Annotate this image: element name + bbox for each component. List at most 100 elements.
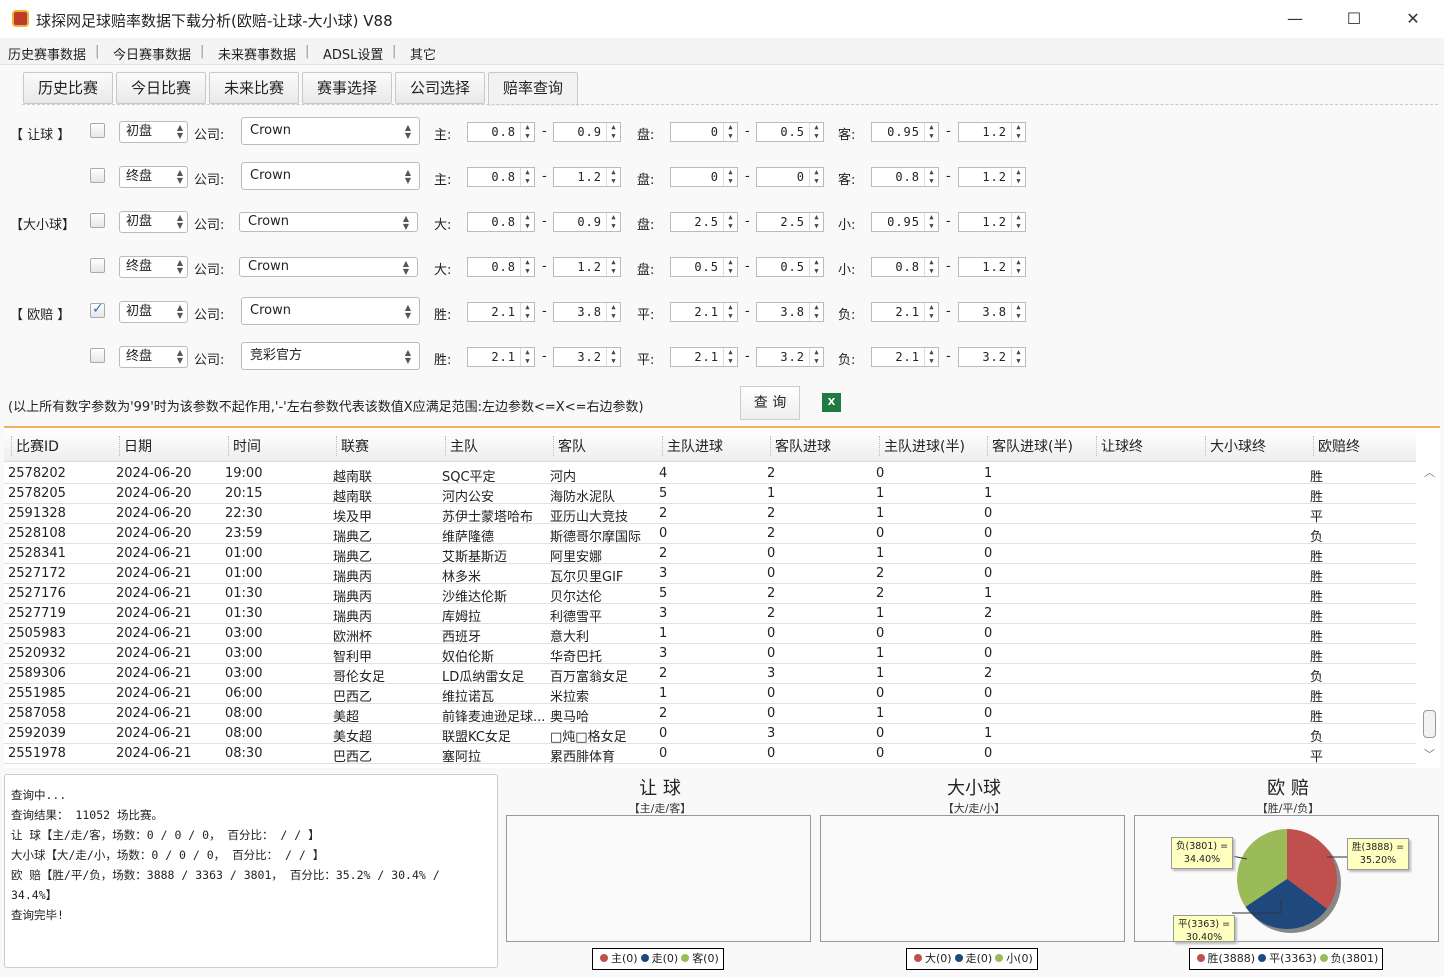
enable-checkbox[interactable] [90,258,105,273]
spinner-icon[interactable]: ▲ ▼ [606,348,620,366]
column-header[interactable]: 日期 [119,436,152,456]
company-select[interactable]: Crown ▲ ▼ [241,297,420,325]
stage-select[interactable]: 终盘 ▲ ▼ [119,256,188,278]
odds-range-input[interactable]: 0.8 ▲ ▼ [467,257,535,277]
company-select[interactable]: Crown ▲ ▼ [239,212,418,232]
tab-company-select[interactable]: 公司选择 [395,72,485,104]
odds-range-input[interactable]: 2.1 ▲ ▼ [871,347,939,367]
column-header[interactable]: 主队进球(半) [879,436,965,456]
spinner-icon[interactable]: ▲ ▼ [606,258,620,276]
column-header[interactable]: 主队进球 [662,436,723,456]
spinner-icon[interactable]: ▲ ▼ [723,213,737,231]
odds-range-input[interactable]: 2.1 ▲ ▼ [670,347,738,367]
stage-select[interactable]: 初盘 ▲ ▼ [119,211,188,233]
table-row[interactable]: 2578205 2024-06-20 20:15 越南联 河内公安 海防水泥队 5 1 1 1 胜 [4,484,1416,505]
spinner-icon[interactable]: ▲ ▼ [809,303,823,321]
spinner-icon[interactable]: ▲ ▼ [924,168,938,186]
odds-range-input[interactable]: 3.2 ▲ ▼ [958,347,1026,367]
odds-range-input[interactable]: 3.2 ▲ ▼ [756,347,824,367]
spinner-icon[interactable]: ▲ ▼ [1011,123,1025,141]
column-header[interactable]: 大小球终 [1205,436,1266,456]
stage-select[interactable]: 初盘 ▲ ▼ [119,121,188,143]
odds-range-input[interactable]: 0.9 ▲ ▼ [553,122,621,142]
table-row[interactable]: 2589306 2024-06-21 03:00 哥伦女足 LD瓜纳雷女足 百万富翁女足 2… [4,664,1416,685]
excel-export-icon[interactable]: X [822,393,841,412]
table-row[interactable]: 2520932 2024-06-21 03:00 智利甲 奴伯伦斯 华奇巴托 3 0 1 0 胜 [4,644,1416,665]
odds-range-input[interactable]: 0 ▲ ▼ [756,167,824,187]
column-header[interactable]: 客队 [553,436,586,456]
column-header[interactable]: 客队进球(半) [987,436,1073,456]
odds-range-input[interactable]: 3.2 ▲ ▼ [553,347,621,367]
stage-select[interactable]: 初盘 ▲ ▼ [119,301,188,323]
spinner-icon[interactable]: ▲ ▼ [520,123,534,141]
column-header[interactable]: 时间 [228,436,261,456]
odds-range-input[interactable]: 0.9 ▲ ▼ [553,212,621,232]
menu-adsl-settings[interactable]: ADSL设置 [323,44,383,63]
column-header[interactable]: 联赛 [336,436,369,456]
company-select[interactable]: Crown ▲ ▼ [241,162,420,190]
spinner-icon[interactable]: ▲ ▼ [1011,168,1025,186]
stage-select[interactable]: 终盘 ▲ ▼ [119,166,188,188]
spinner-icon[interactable]: ▲ ▼ [723,258,737,276]
odds-range-input[interactable]: 3.8 ▲ ▼ [958,302,1026,322]
table-row[interactable]: 2587058 2024-06-21 08:00 美超 前锋麦迪逊足球... 奥马哈 2 0 1… [4,704,1416,725]
spinner-icon[interactable]: ▲ ▼ [809,348,823,366]
tab-match-select[interactable]: 赛事选择 [302,72,392,104]
column-header[interactable]: 让球终 [1096,436,1143,456]
spinner-icon[interactable]: ▲ ▼ [1011,348,1025,366]
table-row[interactable]: 2591328 2024-06-20 22:30 埃及甲 苏伊士蒙塔哈布 亚历山大竞技 2 2… [4,504,1416,525]
menu-other[interactable]: 其它 [410,44,436,63]
table-scrollbar[interactable]: ︿ ﹀ [1420,462,1440,768]
odds-range-input[interactable]: 2.1 ▲ ▼ [467,302,535,322]
spinner-icon[interactable]: ▲ ▼ [606,303,620,321]
company-select[interactable]: 竞彩官方 ▲ ▼ [241,342,420,370]
minimize-button[interactable]: — [1272,4,1318,34]
spinner-icon[interactable]: ▲ ▼ [606,123,620,141]
enable-checkbox[interactable] [90,168,105,183]
spinner-icon[interactable]: ▲ ▼ [520,168,534,186]
odds-range-input[interactable]: 1.2 ▲ ▼ [958,212,1026,232]
close-button[interactable]: ✕ [1390,4,1436,34]
odds-range-input[interactable]: 2.1 ▲ ▼ [670,302,738,322]
table-row[interactable]: 2551985 2024-06-21 06:00 巴西乙 维拉诺瓦 米拉索 1 0 0 0 胜 [4,684,1416,705]
spinner-icon[interactable]: ▲ ▼ [924,303,938,321]
odds-range-input[interactable]: 0.95 ▲ ▼ [871,122,939,142]
spinner-icon[interactable]: ▲ ▼ [606,168,620,186]
maximize-button[interactable]: ☐ [1331,4,1377,34]
spinner-icon[interactable]: ▲ ▼ [809,213,823,231]
odds-range-input[interactable]: 0.8 ▲ ▼ [467,122,535,142]
odds-range-input[interactable]: 0.5 ▲ ▼ [756,257,824,277]
odds-range-input[interactable]: 0 ▲ ▼ [670,122,738,142]
odds-range-input[interactable]: 0.8 ▲ ▼ [467,167,535,187]
spinner-icon[interactable]: ▲ ▼ [809,123,823,141]
table-row[interactable]: 2527719 2024-06-21 01:30 瑞典丙 库姆拉 利德雪平 3 2 1 2 胜 [4,604,1416,625]
menu-today-data[interactable]: 今日赛事数据 [113,44,191,63]
odds-range-input[interactable]: 2.1 ▲ ▼ [871,302,939,322]
odds-range-input[interactable]: 1.2 ▲ ▼ [958,167,1026,187]
spinner-icon[interactable]: ▲ ▼ [924,348,938,366]
enable-checkbox[interactable] [90,348,105,363]
company-select[interactable]: Crown ▲ ▼ [241,117,420,145]
tab-today-matches[interactable]: 今日比赛 [116,72,206,104]
spinner-icon[interactable]: ▲ ▼ [809,168,823,186]
odds-range-input[interactable]: 2.5 ▲ ▼ [756,212,824,232]
query-button[interactable]: 查 询 [740,386,800,420]
scroll-down-icon[interactable]: ﹀ [1424,746,1435,762]
spinner-icon[interactable]: ▲ ▼ [723,168,737,186]
scrollbar-thumb[interactable] [1423,710,1436,738]
odds-range-input[interactable]: 1.2 ▲ ▼ [958,122,1026,142]
odds-range-input[interactable]: 2.5 ▲ ▼ [670,212,738,232]
enable-checkbox[interactable] [90,301,105,318]
table-row[interactable]: 2578202 2024-06-20 19:00 越南联 SQC平定 河内 4 2 0 1 胜 [4,464,1416,485]
table-row[interactable]: 2528341 2024-06-21 01:00 瑞典乙 艾斯基斯迈 阿里安娜 2 0 1 0 胜 [4,544,1416,565]
spinner-icon[interactable]: ▲ ▼ [924,258,938,276]
table-row[interactable]: 2527172 2024-06-21 01:00 瑞典丙 林多米 瓦尔贝里GIF 3 0 2 0 胜 [4,564,1416,585]
column-header[interactable]: 欧赔终 [1313,436,1360,456]
tab-history-matches[interactable]: 历史比赛 [23,72,113,104]
odds-range-input[interactable]: 0.8 ▲ ▼ [871,257,939,277]
spinner-icon[interactable]: ▲ ▼ [520,213,534,231]
column-header[interactable]: 客队进球 [770,436,831,456]
menu-history-data[interactable]: 历史赛事数据 [8,44,86,63]
spinner-icon[interactable]: ▲ ▼ [723,348,737,366]
enable-checkbox[interactable] [90,213,105,228]
